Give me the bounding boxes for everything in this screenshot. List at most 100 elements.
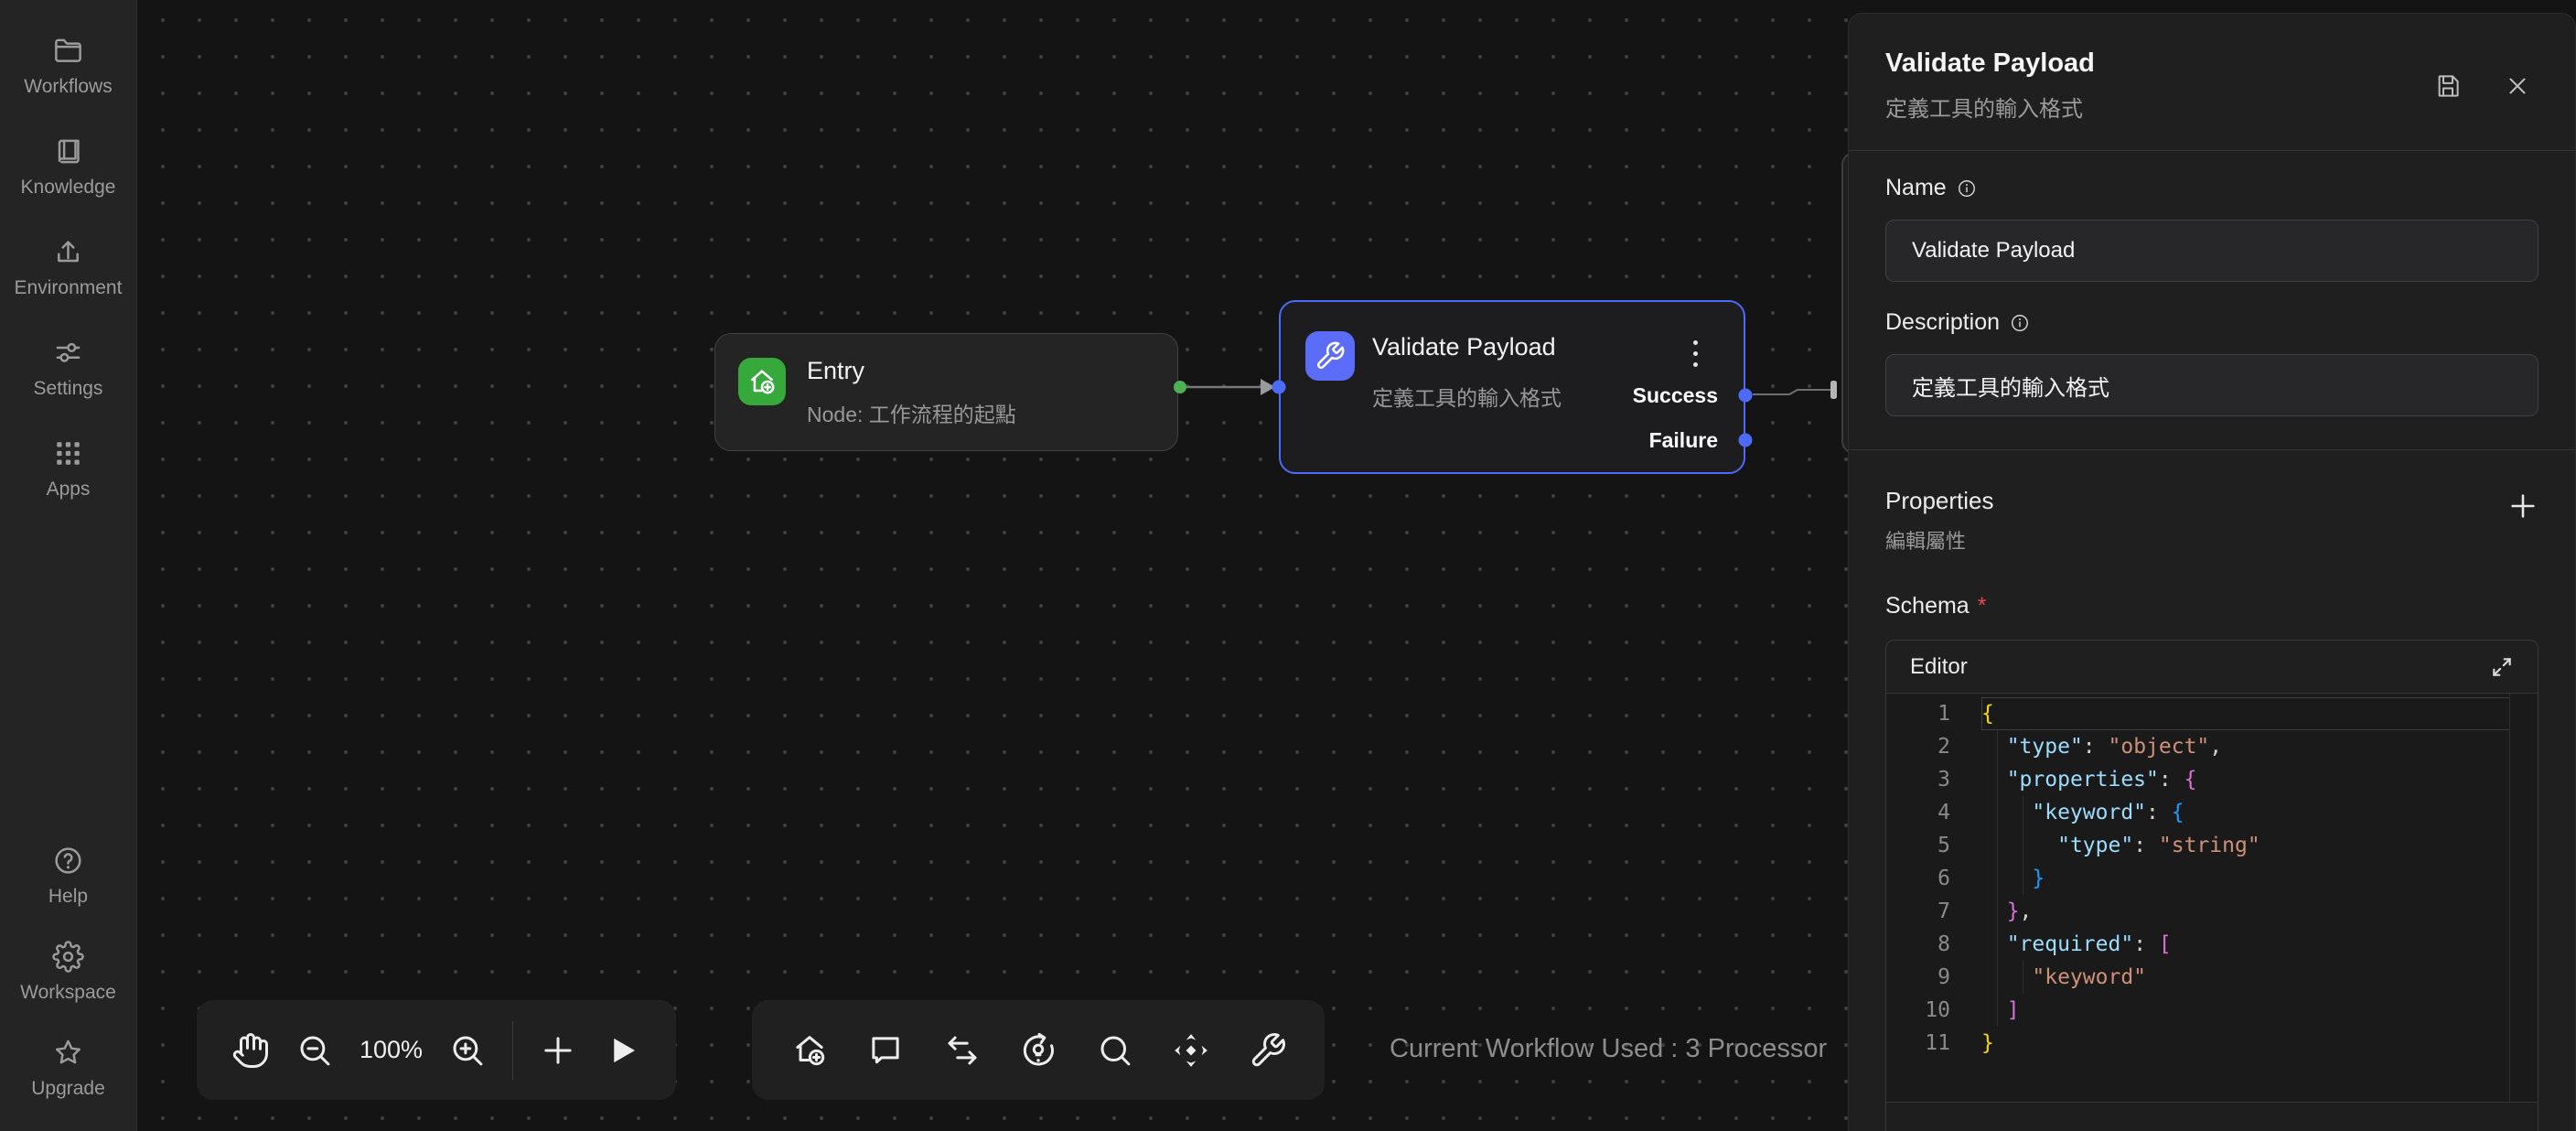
code-line[interactable]: 4 "keyword": { bbox=[1886, 796, 2538, 829]
code-line[interactable]: 2 "type": "object", bbox=[1886, 730, 2538, 763]
code-text: "keyword": { bbox=[1981, 796, 2184, 829]
sidebar-item-workspace[interactable]: Workspace bbox=[0, 941, 136, 1004]
code-line[interactable]: 1{ bbox=[1886, 697, 2538, 730]
code-text: "properties": { bbox=[1981, 763, 2196, 796]
sidebar-item-help[interactable]: Help bbox=[0, 845, 136, 908]
info-icon bbox=[2010, 313, 2030, 333]
editor-scrollbar-track[interactable] bbox=[2509, 694, 2510, 1102]
close-icon bbox=[2504, 72, 2531, 100]
line-number: 7 bbox=[1886, 895, 1981, 928]
code-line[interactable]: 10 ] bbox=[1886, 994, 2538, 1027]
line-number: 2 bbox=[1886, 730, 1981, 763]
line-number: 4 bbox=[1886, 796, 1981, 829]
properties-section: Properties 編輯屬性 Schema* Editor bbox=[1849, 450, 2575, 1131]
run-workflow-button[interactable] bbox=[603, 1031, 641, 1070]
editor-header: Editor bbox=[1886, 641, 2538, 694]
zoom-level[interactable]: 100% bbox=[360, 1036, 423, 1064]
name-input[interactable]: Validate Payload bbox=[1885, 220, 2538, 282]
node-validate-payload[interactable]: Validate Payload 定義工具的輸入格式 Success Failu… bbox=[1279, 300, 1745, 474]
code-line[interactable]: 3 "properties": { bbox=[1886, 763, 2538, 796]
toolbar-divider bbox=[512, 1021, 513, 1080]
node-title: Entry bbox=[807, 357, 864, 385]
code-area[interactable]: 1{2 "type": "object",3 "properties": {4 … bbox=[1886, 694, 2538, 1102]
sidebar-item-label: Apps bbox=[47, 479, 91, 501]
node-config-panel: Validate Payload 定義工具的輸入格式 Name Validate… bbox=[1848, 13, 2576, 1131]
sidebar-item-workflows[interactable]: Workflows bbox=[0, 35, 136, 98]
line-number: 6 bbox=[1886, 862, 1981, 895]
gear-icon bbox=[52, 941, 84, 973]
comment-button[interactable] bbox=[866, 1031, 905, 1070]
plus-icon bbox=[2507, 490, 2538, 522]
workflow-usage-status: Current Workflow Used : 3 Processor bbox=[1390, 1034, 1852, 1064]
star-icon bbox=[52, 1037, 84, 1069]
tools-button[interactable] bbox=[1249, 1031, 1287, 1070]
plus-icon bbox=[539, 1031, 577, 1070]
sidebar-item-label: Workflows bbox=[24, 76, 112, 98]
canvas-toolbar bbox=[752, 1000, 1325, 1100]
code-line[interactable]: 5 "type": "string" bbox=[1886, 829, 2538, 862]
node-menu-button[interactable] bbox=[1690, 337, 1701, 371]
line-number: 9 bbox=[1886, 961, 1981, 994]
house-plus-icon bbox=[738, 358, 786, 405]
edge-arrowhead bbox=[1261, 379, 1275, 395]
line-number: 1 bbox=[1886, 697, 1981, 730]
close-button[interactable] bbox=[2504, 72, 2531, 100]
zoom-in-button[interactable] bbox=[448, 1031, 487, 1070]
search-button[interactable] bbox=[1096, 1031, 1134, 1070]
node-subtitle: 定義工具的輸入格式 bbox=[1372, 381, 1562, 412]
fields-section: Name Validate Payload Description 定義工具的輸… bbox=[1849, 151, 2575, 449]
sidebar-item-apps[interactable]: Apps bbox=[0, 437, 136, 501]
code-line[interactable]: 9 "keyword" bbox=[1886, 961, 2538, 994]
add-node-button[interactable] bbox=[790, 1031, 829, 1070]
line-number: 10 bbox=[1886, 994, 1981, 1027]
hand-icon bbox=[231, 1031, 270, 1070]
description-label: Description bbox=[1885, 309, 2538, 336]
zoom-toolbar: 100% bbox=[197, 1000, 676, 1100]
add-button[interactable] bbox=[539, 1031, 577, 1070]
sidebar-item-environment[interactable]: Environment bbox=[0, 236, 136, 299]
sidebar-item-settings[interactable]: Settings bbox=[0, 337, 136, 400]
description-input[interactable]: 定義工具的輸入格式 bbox=[1885, 354, 2538, 416]
sidebar-item-knowledge[interactable]: Knowledge bbox=[0, 135, 136, 199]
properties-subtitle: 編輯屬性 bbox=[1885, 525, 1994, 555]
zoom-out-button[interactable] bbox=[295, 1031, 334, 1070]
code-text: }, bbox=[1981, 895, 2032, 928]
sidebar-item-label: Upgrade bbox=[31, 1078, 105, 1100]
code-line[interactable]: 7 }, bbox=[1886, 895, 2538, 928]
code-text: { bbox=[1981, 697, 1994, 730]
pan-hand-button[interactable] bbox=[231, 1031, 270, 1070]
upload-icon bbox=[52, 236, 84, 268]
code-line[interactable]: 6 } bbox=[1886, 862, 2538, 895]
editor-horizontal-scrollbar[interactable] bbox=[1886, 1102, 2538, 1131]
save-button[interactable] bbox=[2434, 72, 2462, 100]
properties-title: Properties bbox=[1885, 487, 1994, 515]
swap-arrows-icon bbox=[943, 1031, 982, 1070]
iterate-button[interactable] bbox=[1019, 1031, 1057, 1070]
add-property-button[interactable] bbox=[2507, 490, 2538, 522]
swap-connections-button[interactable] bbox=[943, 1031, 982, 1070]
sidebar-item-label: Help bbox=[48, 886, 88, 908]
line-number: 8 bbox=[1886, 928, 1981, 961]
code-text: "type": "object", bbox=[1981, 730, 2222, 763]
name-label: Name bbox=[1885, 175, 2538, 201]
fit-view-button[interactable] bbox=[1172, 1031, 1210, 1070]
code-line[interactable]: 11} bbox=[1886, 1027, 2538, 1060]
help-circle-icon bbox=[52, 845, 84, 877]
sidebar-top-group: Workflows Knowledge Environment Settings App… bbox=[0, 35, 136, 501]
node-entry[interactable]: Entry Node: 工作流程的起點 bbox=[714, 333, 1178, 451]
expand-editor-button[interactable] bbox=[2490, 655, 2514, 679]
sliders-icon bbox=[52, 337, 84, 369]
edge-endpoint-cap bbox=[1830, 381, 1837, 399]
code-text: ] bbox=[1981, 994, 2020, 1027]
output-label-success: Success bbox=[1633, 383, 1718, 408]
expand-icon bbox=[2490, 655, 2514, 679]
code-line[interactable]: 8 "required": [ bbox=[1886, 928, 2538, 961]
line-number: 3 bbox=[1886, 763, 1981, 796]
sidebar-item-upgrade[interactable]: Upgrade bbox=[0, 1037, 136, 1100]
info-icon bbox=[1957, 178, 1977, 199]
required-asterisk: * bbox=[1978, 593, 1987, 619]
panel-header: Validate Payload 定義工具的輸入格式 bbox=[1849, 14, 2575, 150]
apps-grid-icon bbox=[52, 437, 84, 469]
sidebar-item-label: Workspace bbox=[20, 982, 116, 1004]
sidebar-item-label: Environment bbox=[15, 277, 123, 299]
